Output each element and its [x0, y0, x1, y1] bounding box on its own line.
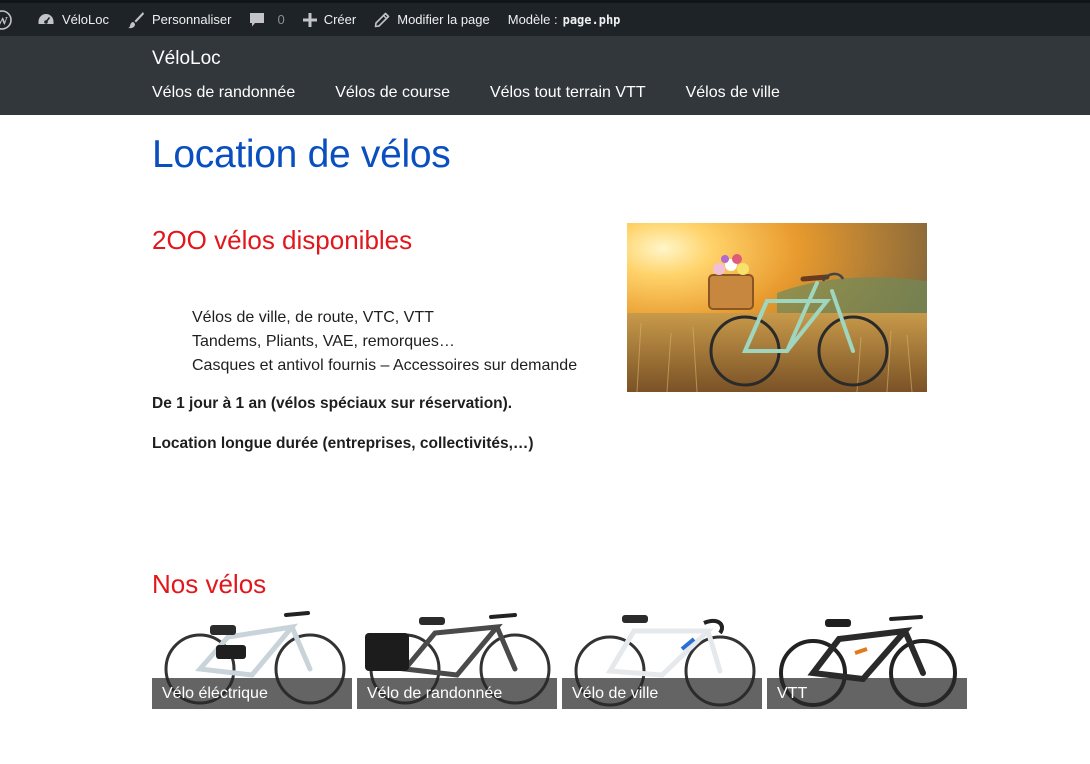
nav-item-course[interactable]: Vélos de course	[335, 84, 450, 102]
pencil-icon	[374, 12, 390, 27]
comment-bubble-icon	[250, 12, 265, 26]
feature-item: Casques et antivol fournis – Accessoires…	[192, 357, 578, 374]
nav-item-ville[interactable]: Vélos de ville	[686, 84, 780, 102]
intro-heading: 2OO vélos disponibles	[152, 225, 413, 255]
site-name-label: VéloLoc	[62, 12, 109, 27]
gallery-caption: VTT	[767, 678, 967, 709]
gallery-card[interactable]: Vélo de randonnée	[357, 609, 557, 709]
features-list: Vélos de ville, de route, VTC, VTT Tande…	[192, 306, 577, 378]
feature-item: Vélos de ville, de route, VTC, VTT	[192, 309, 434, 326]
plus-icon	[302, 12, 317, 27]
customize-button[interactable]: Personnaliser	[118, 3, 241, 36]
new-content-label: Créer	[323, 12, 357, 27]
paintbrush-icon	[127, 11, 144, 28]
gallery-card[interactable]: Vélo de ville	[562, 609, 762, 709]
site-header: VéloLoc Vélos de randonnée Vélos de cour…	[0, 36, 1090, 115]
edit-page-label: Modifier la page	[397, 12, 490, 27]
rental-duration-text: De 1 jour à 1 an (vélos spéciaux sur rés…	[152, 395, 513, 412]
site-title[interactable]: VéloLoc	[152, 48, 221, 70]
primary-navigation: Vélos de randonnée Vélos de course Vélos…	[152, 84, 780, 102]
gallery-card[interactable]: VTT	[767, 609, 967, 709]
dashboard-gauge-icon	[38, 13, 54, 24]
nav-item-randonnee[interactable]: Vélos de randonnée	[152, 84, 295, 102]
template-filename: page.php	[562, 12, 621, 27]
gallery-caption: Vélo de randonnée	[357, 678, 557, 709]
hero-bicycle-image	[627, 223, 927, 392]
new-content-button[interactable]: Créer	[294, 3, 366, 36]
template-info[interactable]: Modèle : page.php	[499, 3, 630, 36]
gallery-card[interactable]: Vélo éléctrique	[152, 609, 352, 709]
customize-label: Personnaliser	[151, 12, 232, 27]
wordpress-logo-button[interactable]: W	[0, 3, 28, 36]
long-term-rental-text: Location longue durée (entreprises, coll…	[152, 435, 534, 452]
page-title: Location de vélos	[152, 133, 451, 176]
section-heading: Nos vélos	[152, 569, 267, 599]
site-name-menu[interactable]: VéloLoc	[28, 3, 118, 36]
wordpress-icon: W	[0, 9, 12, 30]
template-label: Modèle :	[507, 12, 558, 27]
svg-text:W: W	[0, 13, 8, 27]
bike-gallery: Vélo éléctrique Vélo de randonnée Vélo d…	[152, 609, 967, 709]
admin-bar: W VéloLoc Personnaliser 0 Créer Modifier…	[0, 0, 1090, 36]
gallery-caption: Vélo de ville	[562, 678, 762, 709]
gallery-caption: Vélo éléctrique	[152, 678, 352, 709]
nav-item-vtt[interactable]: Vélos tout terrain VTT	[490, 84, 646, 102]
comments-count: 0	[277, 12, 285, 27]
edit-page-button[interactable]: Modifier la page	[365, 3, 499, 36]
comments-button[interactable]: 0	[240, 3, 293, 36]
feature-item: Tandems, Pliants, VAE, remorques…	[192, 333, 455, 350]
